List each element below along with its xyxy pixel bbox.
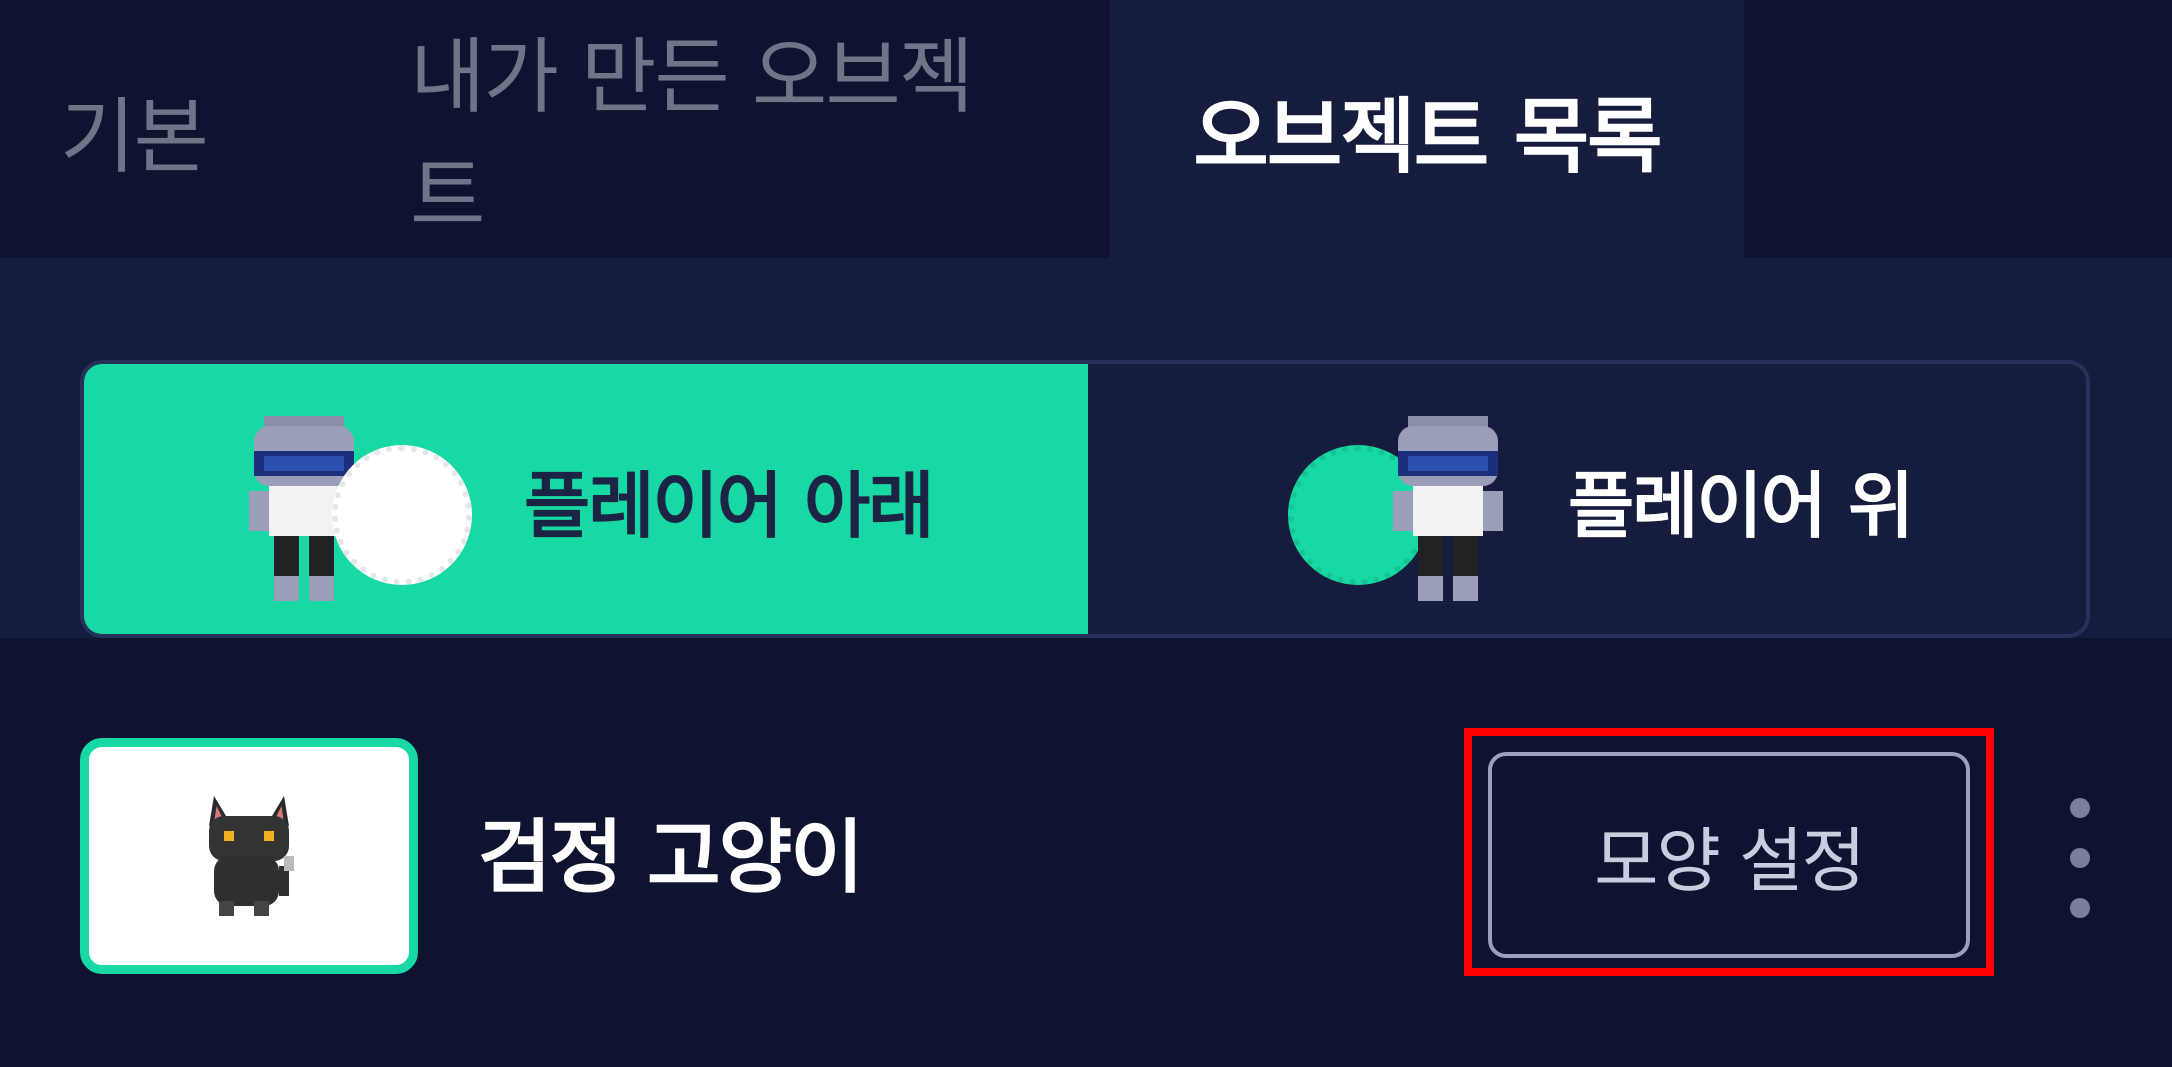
layer-panel: 플레이어 아래 플레이어 위 <box>0 258 2172 638</box>
player-robot-icon <box>1393 416 1503 601</box>
kebab-dot <box>2070 798 2090 818</box>
object-thumbnail[interactable] <box>80 738 418 974</box>
object-panel: 기본 내가 만든 오브젝트 오브젝트 목록 플레이어 아래 플레이어 위 검정 … <box>0 0 2172 1067</box>
layer-above-player-button[interactable]: 플레이어 위 <box>1088 364 2086 634</box>
tab-object-list[interactable]: 오브젝트 목록 <box>1110 0 1744 258</box>
layer-toggle: 플레이어 아래 플레이어 위 <box>80 360 2090 638</box>
layer-below-player-button[interactable]: 플레이어 아래 <box>84 364 1088 634</box>
tab-basic[interactable]: 기본 <box>60 0 240 258</box>
kebab-dot <box>2070 898 2090 918</box>
below-player-illustration <box>244 389 484 609</box>
tab-my-objects[interactable]: 내가 만든 오브젝트 <box>410 0 1030 258</box>
above-player-illustration <box>1288 389 1528 609</box>
object-circle-icon <box>332 445 472 585</box>
kebab-dot <box>2070 848 2090 868</box>
layer-above-label: 플레이어 위 <box>1568 463 1914 548</box>
more-options-icon[interactable] <box>2052 798 2108 918</box>
layer-below-label: 플레이어 아래 <box>524 463 935 548</box>
object-list-item: 검정 고양이 모양 설정 <box>0 638 2172 1067</box>
black-cat-icon <box>209 796 294 916</box>
tab-bar: 기본 내가 만든 오브젝트 오브젝트 목록 <box>0 0 2172 258</box>
object-name: 검정 고양이 <box>478 811 864 904</box>
shape-settings-button[interactable]: 모양 설정 <box>1488 752 1970 958</box>
